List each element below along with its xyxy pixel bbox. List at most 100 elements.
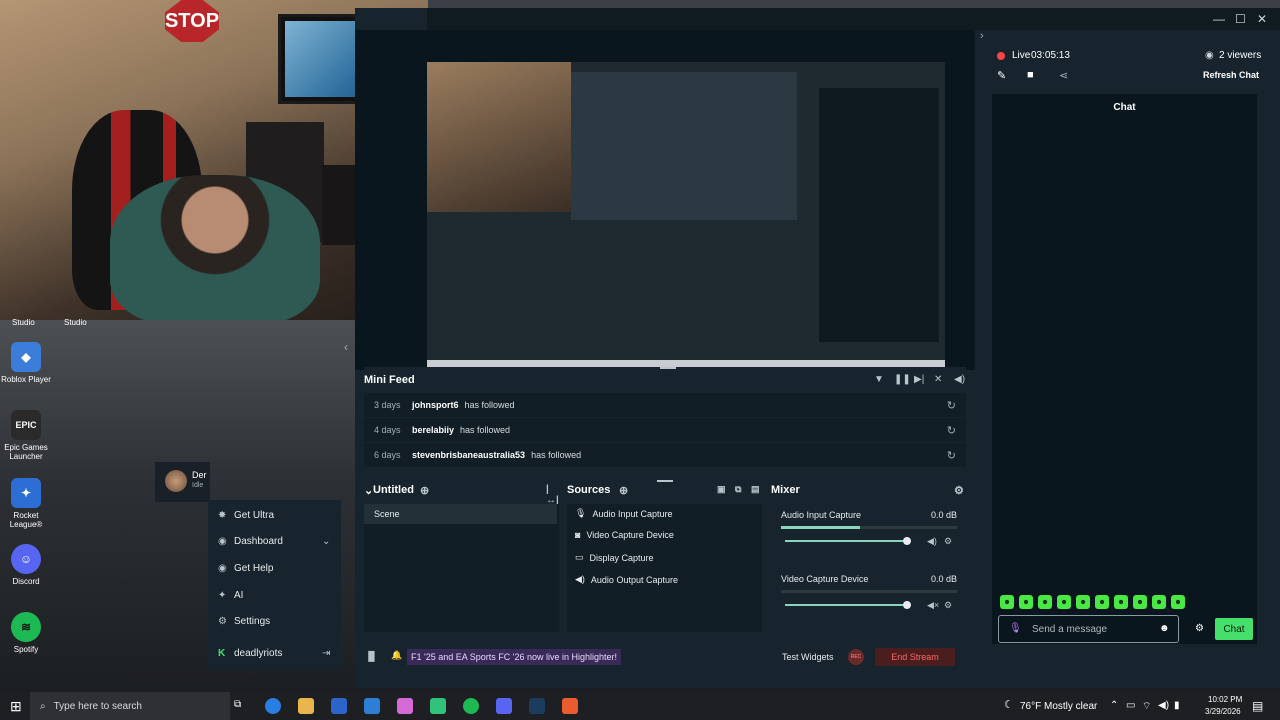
mixer-settings-icon[interactable]: ⚙ xyxy=(954,484,964,497)
desktop-icon-spotify[interactable]: ≋ Spotify xyxy=(0,612,52,654)
streamlabs-icon[interactable] xyxy=(430,698,446,714)
edge-icon[interactable] xyxy=(265,698,281,714)
store-icon[interactable] xyxy=(331,698,347,714)
chevron-down-icon[interactable]: ⌄ xyxy=(364,484,373,497)
desktop-icon-epic[interactable]: EPIC Epic Games Launcher xyxy=(0,410,52,461)
add-scene-icon[interactable]: ⊕ xyxy=(420,484,429,497)
test-widgets-button[interactable]: Test Widgets xyxy=(782,652,834,662)
rec-button[interactable]: REC xyxy=(848,649,864,665)
mute-alerts-icon[interactable]: ✕ xyxy=(934,374,942,385)
performance-icon[interactable]: ▐▌ xyxy=(365,651,378,661)
file-explorer-icon[interactable] xyxy=(298,698,314,714)
mail-icon[interactable] xyxy=(364,698,380,714)
settings-icon[interactable]: ⚙ xyxy=(944,536,952,547)
close-icon[interactable]: ✕ xyxy=(1257,12,1267,26)
chat-settings-icon[interactable]: ⚙ xyxy=(1195,623,1204,634)
muted-icon[interactable]: ◀× xyxy=(927,600,939,611)
notification-icon[interactable]: 🔔 xyxy=(391,650,402,661)
microphone-icon[interactable]: 🎙 xyxy=(1009,623,1022,634)
drag-handle[interactable] xyxy=(660,367,676,369)
emote-icon[interactable]: ☻ xyxy=(1133,595,1147,609)
volume-slider-knob[interactable] xyxy=(902,537,911,545)
spotify-icon[interactable] xyxy=(463,698,479,714)
sidebar-item-get-help[interactable]: ◉ Get Help xyxy=(218,563,273,574)
feed-user[interactable]: berelabiiy xyxy=(412,425,454,435)
notifications-icon[interactable]: ▤ xyxy=(1252,699,1263,713)
emote-icon[interactable]: ☻ xyxy=(1019,595,1033,609)
emoji-icon[interactable]: ☻ xyxy=(1159,623,1170,634)
discord-icon[interactable] xyxy=(496,698,512,714)
chevron-right-icon[interactable]: › xyxy=(980,30,984,42)
minimize-icon[interactable]: — xyxy=(1213,12,1225,26)
weather-temp[interactable]: 76°F xyxy=(1020,701,1041,712)
emote-icon[interactable]: ☻ xyxy=(1171,595,1185,609)
sidebar-user[interactable]: Der Idle xyxy=(155,462,210,502)
add-source-icon[interactable]: ⊕ xyxy=(619,484,628,497)
highlighter-icon[interactable] xyxy=(562,698,578,714)
logout-icon[interactable]: ⇥ xyxy=(322,648,330,659)
chevron-up-icon[interactable]: ⌃ xyxy=(1110,700,1118,711)
scene-transition-icon[interactable]: |↔| xyxy=(546,484,559,506)
replay-icon[interactable]: ↻ xyxy=(947,449,956,462)
replay-icon[interactable]: ↻ xyxy=(947,424,956,437)
sidebar-item-settings[interactable]: ⚙ Settings xyxy=(218,616,270,627)
skip-icon[interactable]: ▶| xyxy=(914,374,924,385)
replay-icon[interactable]: ↻ xyxy=(947,399,956,412)
volume-slider-knob[interactable] xyxy=(902,601,911,609)
refresh-chat-button[interactable]: Refresh Chat xyxy=(1203,70,1259,80)
emote-icon[interactable]: ☻ xyxy=(1114,595,1128,609)
add-folder-icon[interactable]: ▣ xyxy=(717,484,726,495)
feed-user[interactable]: stevenbrisbaneaustralia53 xyxy=(412,450,525,460)
drag-handle[interactable] xyxy=(657,480,673,482)
collapse-sidebar-icon[interactable]: ‹ xyxy=(344,340,348,354)
promo-banner[interactable]: F1 '25 and EA Sports FC '26 now live in … xyxy=(407,649,622,665)
desktop-icon-roblox[interactable]: ◆ Roblox Player xyxy=(0,342,52,384)
volume-slider[interactable] xyxy=(785,537,911,545)
source-item[interactable]: ▭ Display Capture xyxy=(575,552,654,563)
source-item[interactable]: ◀) Audio Output Capture xyxy=(575,574,678,585)
wifi-icon[interactable]: ⌔ xyxy=(1142,700,1151,713)
filter-icon[interactable]: ▼ xyxy=(874,374,884,385)
emote-icon[interactable]: ☻ xyxy=(1152,595,1166,609)
video-icon[interactable]: ■ xyxy=(1027,69,1034,81)
scene-item[interactable]: Scene xyxy=(364,504,557,524)
volume-slider[interactable] xyxy=(785,601,911,609)
source-item[interactable]: 🎙 Audio Input Capture xyxy=(575,508,673,519)
share-icon[interactable]: ⋖ xyxy=(1059,69,1068,82)
steam-icon[interactable] xyxy=(529,698,545,714)
chat-send-button[interactable]: Chat xyxy=(1215,618,1253,640)
weather-desc[interactable]: Mostly clear xyxy=(1044,701,1097,712)
message-input[interactable]: 🎙 Send a message ☻ xyxy=(998,615,1179,643)
maximize-icon[interactable]: ☐ xyxy=(1235,12,1246,26)
source-item[interactable]: ◙ Video Capture Device xyxy=(575,530,674,540)
desktop-icon-rocket-league[interactable]: ✦ Rocket League® xyxy=(0,478,52,529)
settings-icon[interactable]: ⚙ xyxy=(944,600,952,611)
volume-icon[interactable]: ◀) xyxy=(1158,700,1169,711)
emote-icon[interactable]: ☻ xyxy=(1038,595,1052,609)
copilot-icon[interactable] xyxy=(397,698,413,714)
pause-icon[interactable]: ❚❚ xyxy=(894,374,911,385)
feed-user[interactable]: johnsport6 xyxy=(412,400,459,410)
emote-icon[interactable]: ☻ xyxy=(1076,595,1090,609)
end-stream-button[interactable]: End Stream xyxy=(875,648,955,666)
group-icon[interactable]: ⧉ xyxy=(735,484,741,495)
network-icon[interactable]: ▭ xyxy=(1126,700,1135,711)
windows-start-icon[interactable]: ⊞ xyxy=(10,698,22,715)
sidebar-item-dashboard[interactable]: ◉ Dashboard ⌄ xyxy=(218,536,330,547)
emote-icon[interactable]: ☻ xyxy=(1095,595,1109,609)
taskbar-search[interactable]: ⌕ Type here to search xyxy=(30,692,230,720)
volume-icon[interactable]: ◀) xyxy=(954,374,965,385)
sidebar-account[interactable]: Kdeadlyriots ⇥ xyxy=(218,648,330,659)
sidebar-item-get-ultra[interactable]: ✸ Get Ultra xyxy=(218,510,274,521)
battery-icon[interactable]: ▮ xyxy=(1174,700,1180,711)
emote-icon[interactable]: ☻ xyxy=(1000,595,1014,609)
mute-icon[interactable]: ◀) xyxy=(927,536,937,547)
task-view-icon[interactable]: ⧉ xyxy=(234,699,241,710)
edit-icon[interactable]: ✎ xyxy=(997,69,1006,82)
scene-collection-title[interactable]: Untitled xyxy=(373,484,414,496)
sidebar-item-ai[interactable]: ✦ AI xyxy=(218,590,243,601)
clock-time[interactable]: 10:02 PM xyxy=(1208,695,1242,704)
image-icon[interactable]: ▤ xyxy=(751,484,760,495)
clock-date[interactable]: 3/29/2026 xyxy=(1205,707,1241,716)
desktop-icon-discord[interactable]: ☺ Discord xyxy=(0,544,52,586)
